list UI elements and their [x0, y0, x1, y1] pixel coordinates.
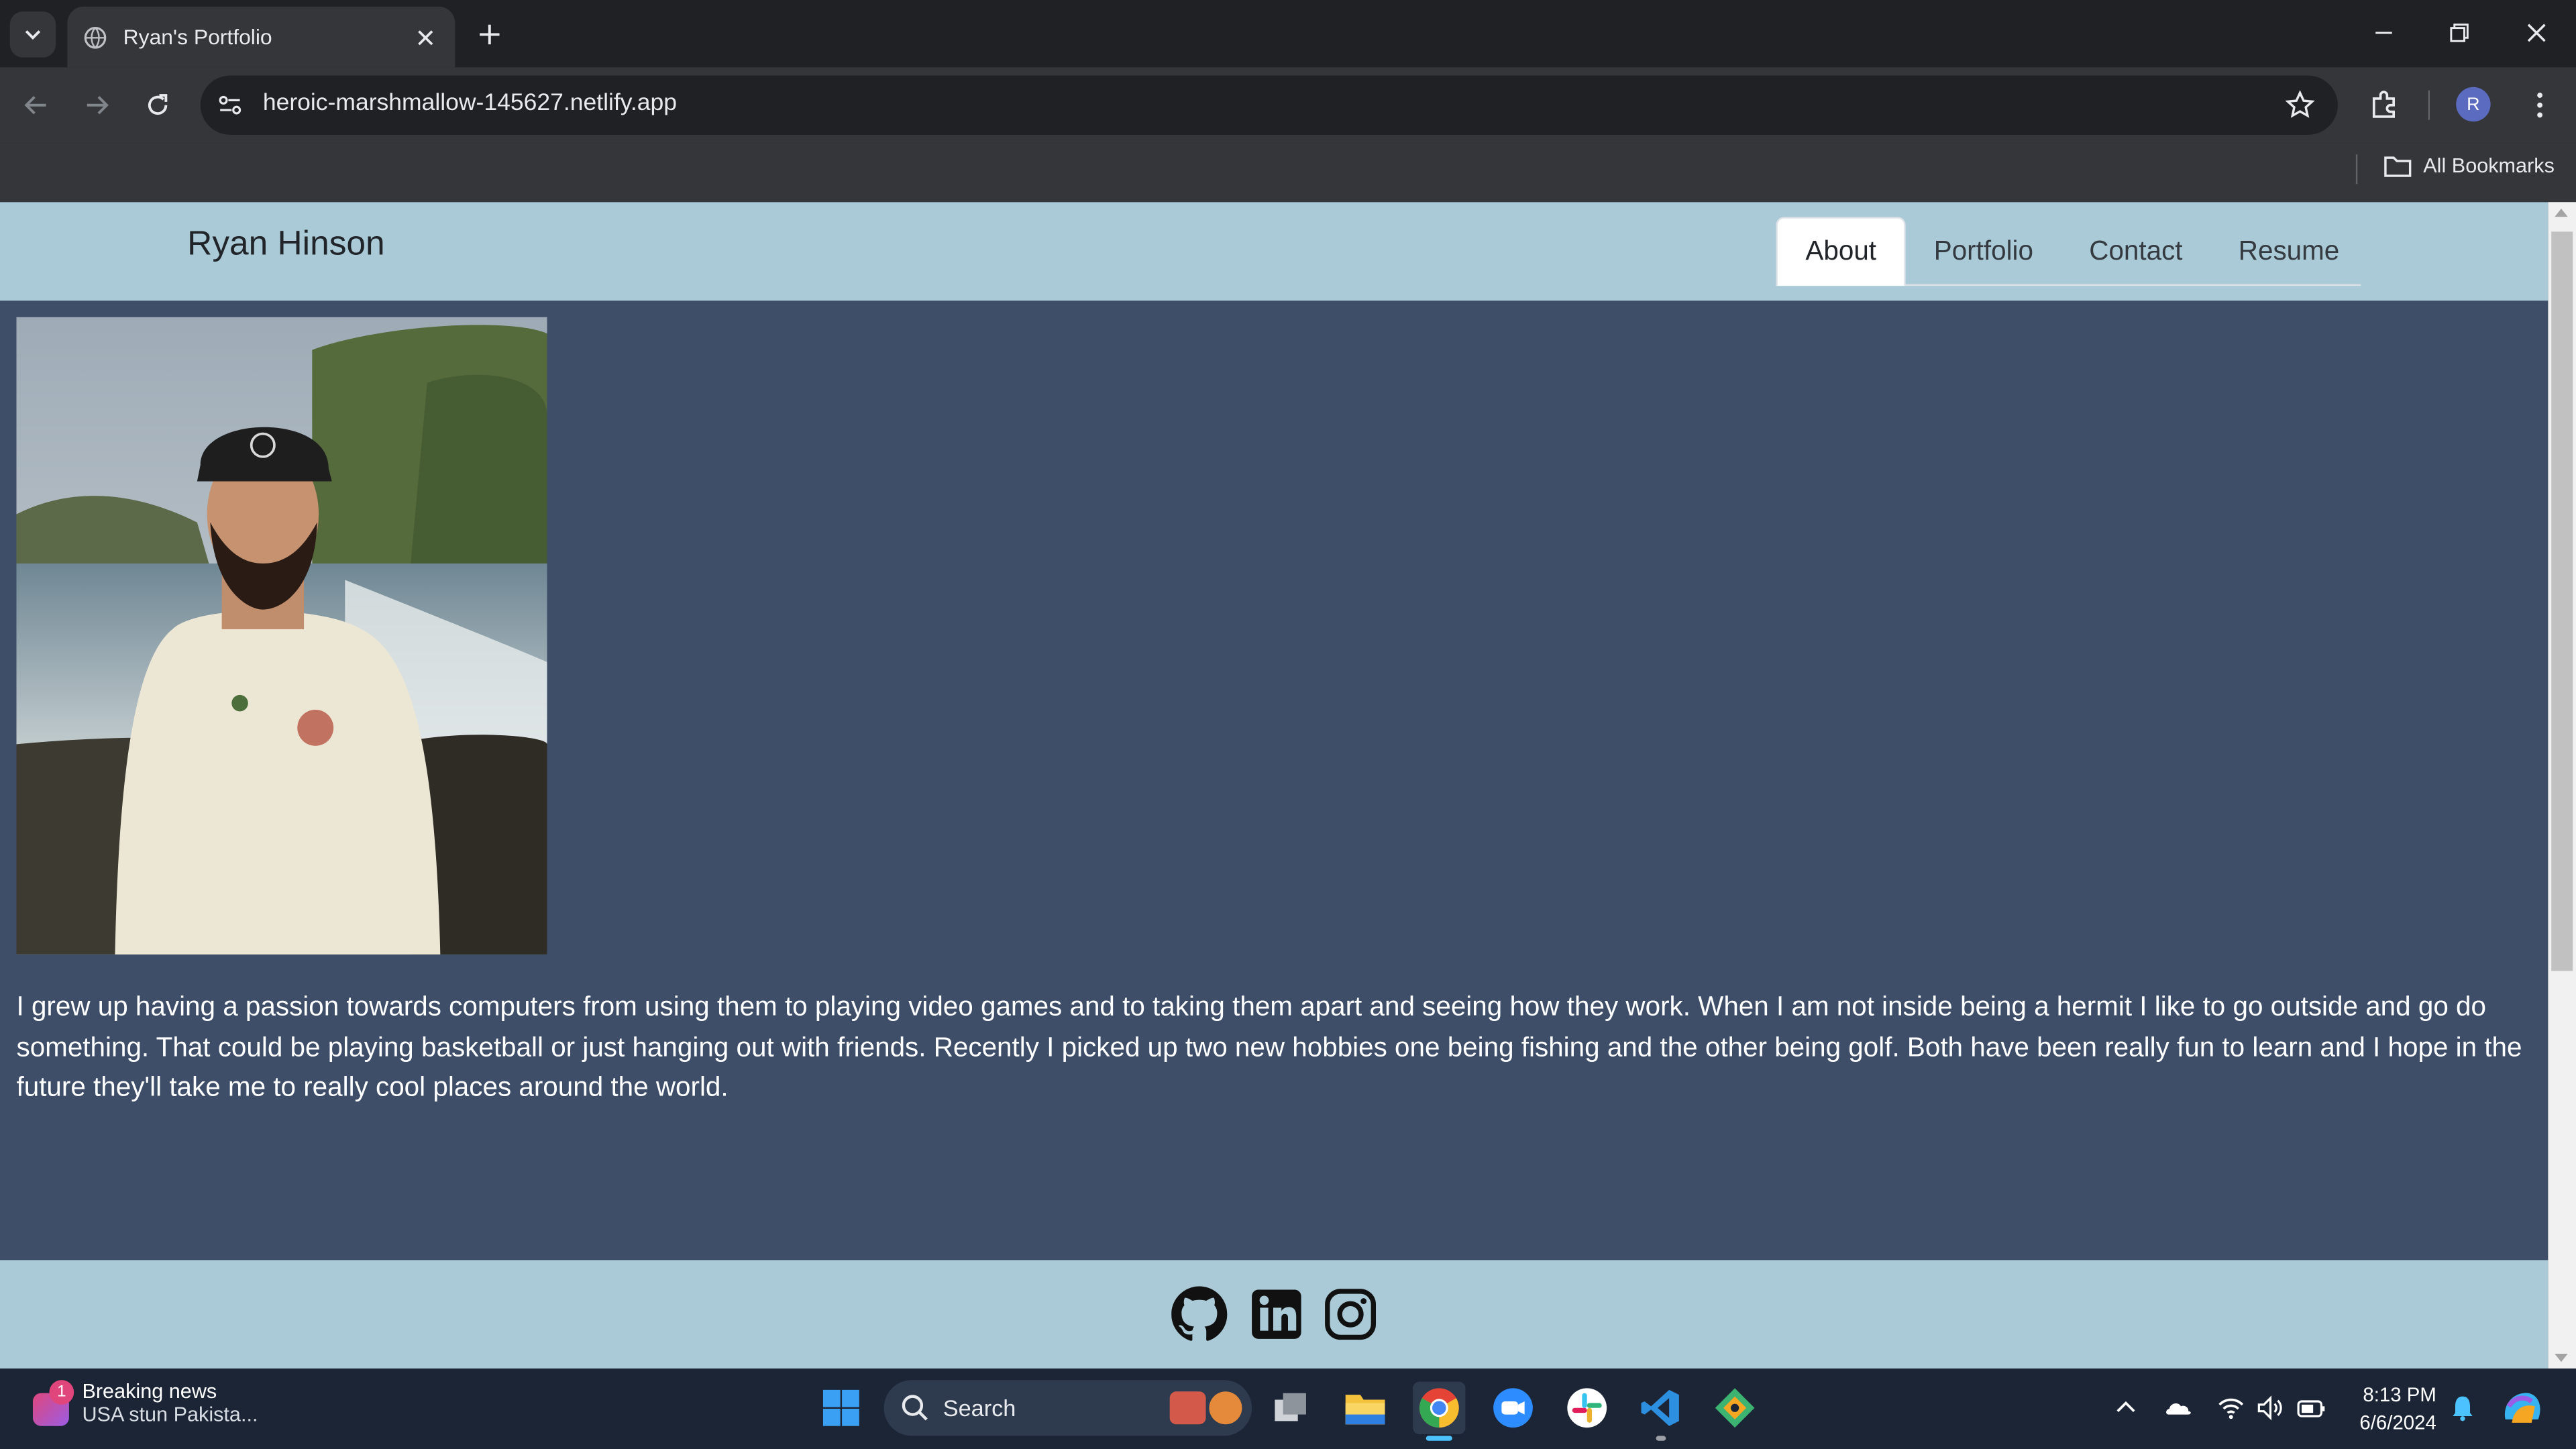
bookmarks-bar: All Bookmarks [0, 143, 2576, 203]
news-widget-icon: 1 [30, 1380, 74, 1429]
site-info-icon[interactable] [217, 92, 243, 118]
nav-about[interactable]: About [1776, 217, 1907, 286]
close-tab-icon[interactable] [413, 24, 439, 50]
start-button[interactable] [815, 1382, 867, 1434]
copilot-icon [2504, 1393, 2540, 1423]
profile-avatar[interactable]: R [2456, 87, 2491, 122]
news-badge: 1 [49, 1380, 74, 1405]
tab-title: Ryan's Portfolio [123, 24, 272, 50]
linkedin-icon[interactable] [1248, 1287, 1304, 1342]
browser-tab-strip: Ryan's Portfolio [0, 0, 2576, 68]
windows-logo-icon [822, 1389, 859, 1426]
site-footer [0, 1260, 2548, 1369]
git-client-icon [1715, 1388, 1755, 1428]
search-highlight-icon [1169, 1391, 1242, 1425]
onedrive-icon[interactable] [2163, 1393, 2193, 1423]
bio-paragraph: I grew up having a passion towards compu… [16, 992, 2522, 1103]
site-header: Ryan Hinson About Portfolio Contact Resu… [0, 202, 2548, 301]
browser-tab-active[interactable]: Ryan's Portfolio [67, 6, 455, 68]
slack-taskbar-button[interactable] [1561, 1382, 1613, 1434]
zoom-icon [1493, 1388, 1533, 1428]
extensions-icon[interactable] [2367, 89, 2400, 121]
nav-contact[interactable]: Contact [2061, 217, 2211, 286]
volume-icon[interactable] [2255, 1393, 2285, 1423]
search-icon [902, 1395, 928, 1421]
news-title: Breaking news [82, 1380, 217, 1403]
reload-icon[interactable] [142, 89, 174, 121]
git-taskbar-button[interactable] [1709, 1382, 1761, 1434]
forward-icon[interactable] [80, 89, 113, 121]
wifi-icon[interactable] [2216, 1393, 2246, 1423]
copilot-button[interactable] [2497, 1385, 2546, 1431]
news-subtitle: USA stun Pakista... [82, 1403, 258, 1426]
scroll-up-arrow[interactable] [2555, 209, 2568, 217]
instagram-icon[interactable] [1322, 1287, 1378, 1342]
file-explorer-button[interactable] [1339, 1382, 1391, 1434]
open-app-indicator [1656, 1436, 1666, 1441]
kebab-menu-icon[interactable] [2524, 89, 2557, 121]
scrollbar-thumb[interactable] [2551, 231, 2573, 971]
toolbar-divider [2428, 90, 2430, 120]
battery-icon[interactable] [2297, 1393, 2326, 1423]
task-view-button[interactable] [1265, 1382, 1318, 1434]
folder-icon [1345, 1395, 1385, 1425]
windows-taskbar: 1 Breaking news USA stun Pakista... Sear… [0, 1368, 2576, 1449]
all-bookmarks-label: All Bookmarks [2423, 154, 2555, 178]
bookmarks-divider [2355, 154, 2358, 184]
vscode-taskbar-button[interactable] [1635, 1382, 1687, 1441]
news-widget[interactable]: 1 Breaking news USA stun Pakista... [30, 1380, 258, 1429]
taskbar-search-label: Search [943, 1395, 1016, 1421]
site-brand: Ryan Hinson [187, 225, 385, 263]
browser-toolbar: heroic-marshmallow-145627.netlify.app R [0, 67, 2576, 144]
nav-portfolio[interactable]: Portfolio [1906, 217, 2061, 286]
screen: Ryan's Portfolio heroic-marshmallow-1456… [0, 0, 2576, 1449]
system-clock[interactable]: 8:13 PM 6/6/2024 [2333, 1382, 2436, 1438]
nav-resume[interactable]: Resume [2210, 217, 2367, 286]
clock-date: 6/6/2024 [2359, 1411, 2436, 1434]
profile-photo [16, 317, 547, 955]
show-hidden-icons-icon[interactable] [2111, 1393, 2141, 1423]
back-icon[interactable] [19, 89, 52, 121]
minimize-icon[interactable] [2367, 16, 2400, 49]
clock-time: 8:13 PM [2363, 1383, 2436, 1407]
globe-icon [84, 25, 107, 48]
star-icon[interactable] [2285, 90, 2315, 120]
chrome-taskbar-button[interactable] [1413, 1381, 1466, 1441]
new-tab-icon[interactable] [473, 18, 506, 51]
address-bar[interactable]: heroic-marshmallow-145627.netlify.app [200, 75, 2338, 135]
restore-icon[interactable] [2443, 16, 2476, 49]
slack-icon [1567, 1388, 1607, 1428]
chrome-icon [1419, 1388, 1459, 1428]
all-bookmarks-button[interactable]: All Bookmarks [2383, 154, 2555, 178]
chevron-down-icon [25, 30, 41, 40]
taskbar-search[interactable]: Search [883, 1380, 1252, 1436]
github-icon[interactable] [1171, 1286, 1228, 1342]
close-window-icon[interactable] [2520, 16, 2553, 49]
page-viewport: Ryan Hinson About Portfolio Contact Resu… [0, 202, 2548, 1369]
zoom-taskbar-button[interactable] [1487, 1382, 1539, 1434]
page-scrollbar[interactable] [2548, 202, 2576, 1369]
url-text: heroic-marshmallow-145627.netlify.app [262, 90, 677, 117]
vscode-icon [1641, 1389, 1679, 1426]
site-nav: About Portfolio Contact Resume [1776, 217, 2361, 286]
notification-bell-icon[interactable] [2448, 1393, 2477, 1423]
scroll-down-arrow[interactable] [2555, 1353, 2568, 1362]
folder-icon [2384, 156, 2412, 177]
active-app-indicator [1426, 1436, 1452, 1441]
task-view-icon [1275, 1393, 1306, 1421]
tab-search-button[interactable] [9, 11, 56, 58]
